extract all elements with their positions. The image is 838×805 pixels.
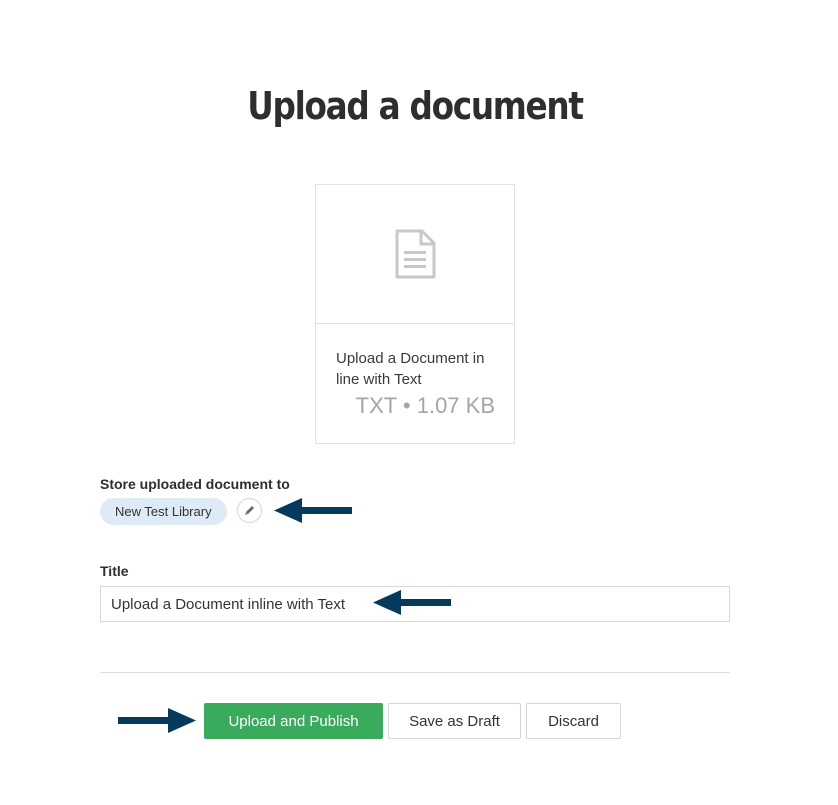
page-title: Upload a document [247,84,584,128]
title-label: Title [100,563,129,579]
edit-library-button[interactable] [237,498,262,523]
save-as-draft-button[interactable]: Save as Draft [388,703,521,739]
document-preview [316,185,514,324]
upload-and-publish-button[interactable]: Upload and Publish [204,703,383,739]
arrow-icon [373,590,451,615]
document-icon [395,229,436,279]
upload-document-page: Upload a document Upload a Document in l… [0,0,838,805]
arrow-icon [118,708,196,733]
document-name: Upload a Document in line with Text [336,350,485,388]
arrow-icon [274,498,352,523]
store-location-label: Store uploaded document to [100,476,290,492]
library-chip[interactable]: New Test Library [100,498,227,525]
divider [100,672,730,673]
discard-button[interactable]: Discard [526,703,621,739]
document-meta: TXT • 1.07 KB [355,393,495,418]
document-card[interactable]: Upload a Document in line with Text TXT … [315,184,515,444]
pencil-icon [245,506,254,515]
